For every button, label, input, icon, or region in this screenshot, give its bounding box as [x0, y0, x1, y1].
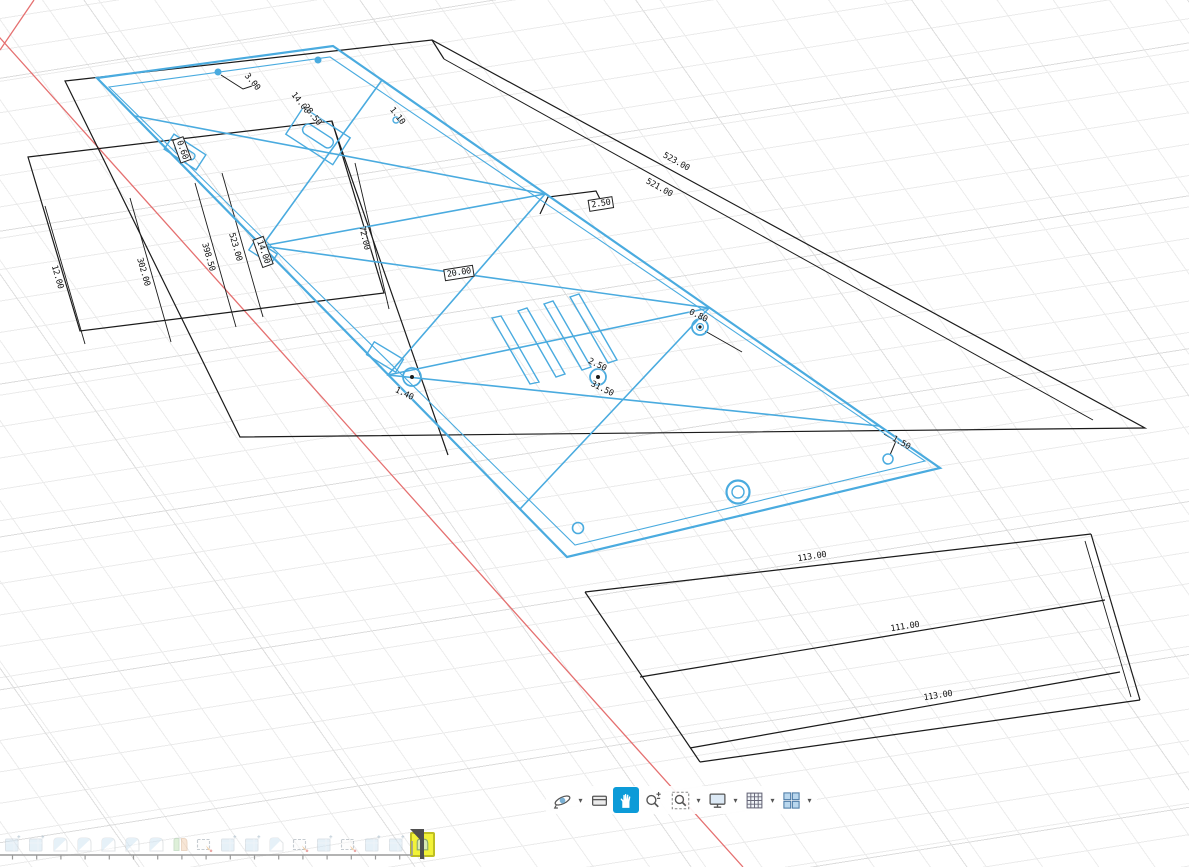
dimension-label[interactable]: 14.00 — [252, 236, 274, 268]
tool-orbit-button[interactable] — [549, 787, 575, 813]
timeline-feature-split-icon[interactable] — [170, 834, 191, 855]
dropdown-caret-icon[interactable]: ▾ — [576, 796, 585, 805]
dropdown-caret-icon[interactable]: ▾ — [805, 796, 814, 805]
timeline-feature-extrude-icon[interactable] — [218, 834, 239, 855]
dimension-label[interactable]: 12.00 — [49, 264, 65, 290]
tool-look-at-button[interactable] — [586, 787, 612, 813]
dimension-label[interactable]: 3.00 — [242, 71, 262, 92]
timeline-feature-extrude-icon[interactable] — [314, 834, 335, 855]
fit-icon — [671, 791, 690, 810]
timeline-feature-sketch-icon[interactable] — [290, 834, 311, 855]
display-settings-icon — [708, 791, 727, 810]
dimension-label[interactable]: 72.00 — [356, 225, 371, 251]
dimension-label[interactable]: 2.50 — [588, 196, 615, 212]
timeline-feature-fillet-icon[interactable] — [74, 834, 95, 855]
navigation-toolbar: ▾ ▾ ▾ ▾ ▾ — [546, 786, 817, 814]
dimension-label[interactable]: 1.40 — [393, 385, 415, 402]
dimension-label[interactable]: 113.00 — [797, 550, 827, 564]
tool-viewports-button[interactable] — [778, 787, 804, 813]
timeline-feature-fillet-icon[interactable] — [98, 834, 119, 855]
dropdown-caret-icon[interactable]: ▾ — [768, 796, 777, 805]
timeline-feature-extrude-icon[interactable] — [26, 834, 47, 855]
dimension-label[interactable]: 2.50 — [586, 356, 608, 373]
dimension-label[interactable]: 1.10 — [387, 105, 407, 126]
timeline-feature-fillet-icon[interactable] — [50, 834, 71, 855]
dimension-label[interactable]: 302.00 — [134, 257, 152, 288]
dimension-label[interactable]: 0.60 — [172, 136, 192, 164]
dimension-label[interactable]: 398.50 — [199, 242, 217, 273]
dimension-label[interactable]: 31.50 — [589, 379, 615, 399]
dimension-label[interactable]: 0.80 — [687, 307, 709, 324]
dropdown-caret-icon[interactable]: ▾ — [731, 796, 740, 805]
timeline-feature-extrude-icon[interactable] — [386, 834, 407, 855]
grid-display-icon — [745, 791, 764, 810]
dimension-label[interactable]: 521.00 — [644, 177, 674, 200]
zoom-icon — [644, 791, 663, 810]
dimension-labels-layer: 3.0014.0028.501.100.60523.00521.0012.003… — [0, 0, 1189, 867]
dimension-label[interactable]: 523.00 — [226, 232, 244, 263]
tool-zoom-button[interactable] — [640, 787, 666, 813]
orbit-icon — [553, 791, 572, 810]
timeline-feature-fillet-icon[interactable] — [146, 834, 167, 855]
pan-icon — [617, 791, 636, 810]
timeline-feature-extrude-icon[interactable] — [362, 834, 383, 855]
timeline-feature-chamfer-icon[interactable] — [266, 834, 287, 855]
timeline-playhead-marker[interactable] — [409, 829, 425, 860]
timeline-feature-sketch-icon[interactable] — [194, 834, 215, 855]
tool-display-settings-button[interactable] — [704, 787, 730, 813]
tool-grid-display-button[interactable] — [741, 787, 767, 813]
tool-fit-button[interactable] — [667, 787, 693, 813]
timeline-feature-fillet-icon[interactable] — [122, 834, 143, 855]
dimension-label[interactable]: 20.00 — [443, 265, 475, 282]
tool-pan-button[interactable] — [613, 787, 639, 813]
dimension-label[interactable]: 113.00 — [923, 689, 953, 703]
timeline-feature-extrude-icon[interactable] — [242, 834, 263, 855]
dimension-label[interactable]: 111.00 — [890, 620, 920, 634]
viewports-icon — [782, 791, 801, 810]
dropdown-caret-icon[interactable]: ▾ — [694, 796, 703, 805]
viewport-canvas[interactable]: 3.0014.0028.501.100.60523.00521.0012.003… — [0, 0, 1189, 867]
timeline-feature-extrude-icon[interactable] — [2, 834, 23, 855]
design-timeline — [2, 832, 435, 857]
dimension-label[interactable]: 523.00 — [661, 151, 691, 174]
dimension-label[interactable]: 1.50 — [890, 434, 912, 452]
look-at-icon — [590, 791, 609, 810]
timeline-feature-sketch-icon[interactable] — [338, 834, 359, 855]
